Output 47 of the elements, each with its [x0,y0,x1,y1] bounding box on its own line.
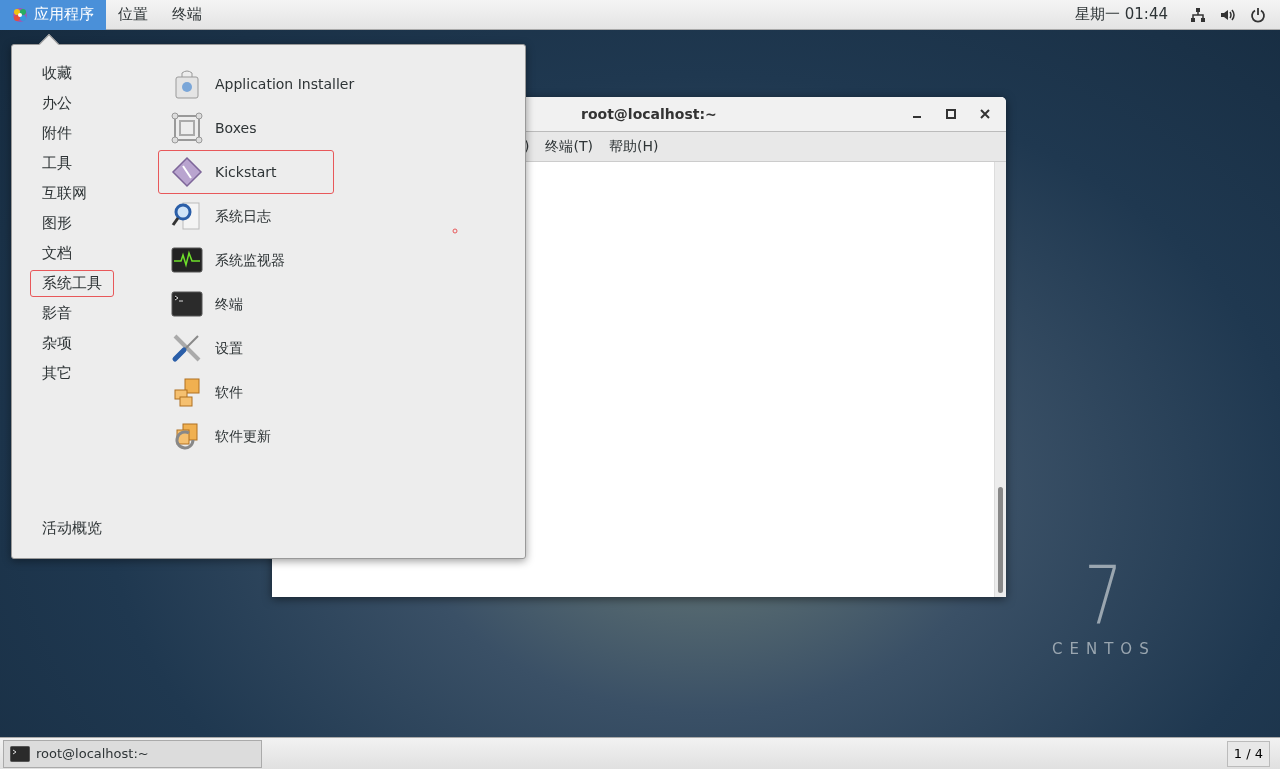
flower-logo-icon [12,6,28,23]
maximize-icon[interactable] [944,107,958,121]
app-item[interactable]: 设置 [158,326,334,370]
category-item[interactable]: 影音 [30,300,84,327]
top-menu[interactable]: 终端 [160,0,214,30]
network-icon[interactable] [1190,6,1206,23]
terminal-icon [10,745,30,762]
menu-item[interactable]: 帮助(H) [608,136,659,157]
packages-icon [171,376,203,408]
app-item[interactable]: Boxes [158,106,334,150]
window-title: root@localhost:~ [581,104,717,124]
power-icon[interactable] [1250,6,1266,23]
annotation-circle [452,228,458,234]
close-icon[interactable] [978,107,992,121]
wrench-screwdriver-icon [171,332,203,364]
diamond-icon [171,156,203,188]
category-item[interactable]: 图形 [30,210,84,237]
app-item[interactable]: Application Installer [158,62,368,106]
terminal-icon [171,288,203,320]
category-item[interactable]: 文档 [30,240,84,267]
logo-number: 7 [1084,556,1123,636]
category-item[interactable]: 办公 [30,90,84,117]
overview-button[interactable]: 活动概览 [30,515,114,542]
magnifier-icon [171,200,203,232]
menu-item[interactable]: 终端(T) [545,136,593,157]
logo-text: CENTOS [1052,639,1156,660]
workspace-indicator[interactable]: 1 / 4 [1226,740,1270,767]
box-frame-icon [171,112,203,144]
app-item[interactable]: 软件 [158,370,334,414]
clock[interactable]: 星期一 01:44 [1075,3,1168,26]
category-item[interactable]: 其它 [30,360,84,387]
scrollbar-thumb[interactable] [998,487,1003,593]
app-item[interactable]: 终端 [158,282,334,326]
app-item[interactable]: 软件更新 [158,414,334,458]
category-item[interactable]: 系统工具 [30,270,114,297]
system-monitor-icon [171,244,203,276]
app-item[interactable]: Kickstart [158,150,334,194]
scrollbar[interactable] [994,162,1006,597]
top-menu[interactable]: 位置 [106,0,160,30]
taskbar-window-button[interactable]: root@localhost:~ [3,739,262,768]
category-item[interactable]: 杂项 [30,330,84,357]
category-item[interactable]: 互联网 [30,180,99,207]
category-item[interactable]: 附件 [30,120,84,147]
category-item[interactable]: 工具 [30,150,84,177]
app-item[interactable]: 系统监视器 [158,238,334,282]
app-item[interactable]: 系统日志 [158,194,334,238]
category-item[interactable]: 收藏 [30,60,84,87]
